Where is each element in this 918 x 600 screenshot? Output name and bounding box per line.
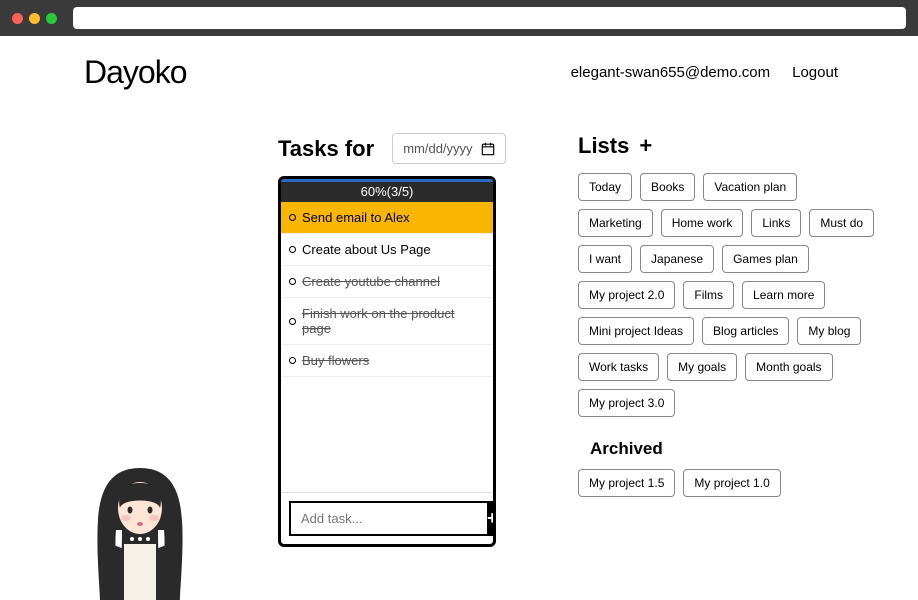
archived-title: Archived [590, 439, 878, 459]
list-pill[interactable]: Month goals [745, 353, 832, 381]
archived-list-pill[interactable]: My project 1.0 [683, 469, 780, 497]
list-pill[interactable]: Marketing [578, 209, 653, 237]
list-pill[interactable]: My project 3.0 [578, 389, 675, 417]
list-pill[interactable]: Films [683, 281, 734, 309]
task-text: Create youtube channel [302, 274, 440, 289]
lists-title: Lists [578, 133, 629, 159]
list-pill[interactable]: Learn more [742, 281, 825, 309]
list-pill[interactable]: Work tasks [578, 353, 659, 381]
list-pills: Today Books Vacation plan Marketing Home wor… [578, 173, 878, 417]
task-item[interactable]: Finish work on the product page [281, 298, 493, 345]
app-header: Dayoko elegant-swan655@demo.com Logout [0, 36, 918, 103]
list-pill[interactable]: I want [578, 245, 632, 273]
calendar-icon [481, 142, 495, 156]
task-bullet-icon[interactable] [289, 214, 296, 221]
list-pill[interactable]: Today [578, 173, 632, 201]
list-pill[interactable]: My goals [667, 353, 737, 381]
progress-text: 60%(3/5) [361, 184, 414, 199]
list-pill[interactable]: Vacation plan [703, 173, 797, 201]
list-pill[interactable]: Books [640, 173, 695, 201]
task-panel: 60%(3/5) Send email to Alex Create about … [278, 176, 496, 547]
add-task-button[interactable]: + [487, 501, 496, 536]
list-pill[interactable]: Mini project Ideas [578, 317, 694, 345]
add-task-row: + [281, 492, 493, 544]
list-pill[interactable]: Home work [661, 209, 744, 237]
progress-bar: 60%(3/5) [281, 179, 493, 202]
window-controls [12, 13, 57, 24]
task-list: Send email to Alex Create about Us Page Cr… [281, 202, 493, 492]
list-pill[interactable]: Blog articles [702, 317, 789, 345]
task-text: Finish work on the product page [302, 306, 485, 336]
add-task-input[interactable] [289, 501, 487, 536]
lists-column: Lists + Today Books Vacation plan Marketing… [578, 133, 878, 497]
minimize-window-icon[interactable] [29, 13, 40, 24]
list-pill[interactable]: Must do [809, 209, 874, 237]
task-text: Create about Us Page [302, 242, 431, 257]
date-picker[interactable]: mm/dd/yyyy [392, 133, 505, 164]
browser-chrome [0, 0, 918, 36]
archived-pills: My project 1.5 My project 1.0 [578, 469, 878, 497]
list-pill[interactable]: Games plan [722, 245, 809, 273]
add-list-button[interactable]: + [639, 133, 652, 159]
tasks-column: Tasks for mm/dd/yyyy 60%(3/5) Send email… [278, 133, 538, 547]
task-bullet-icon[interactable] [289, 357, 296, 364]
task-bullet-icon[interactable] [289, 318, 296, 325]
list-pill[interactable]: My blog [797, 317, 861, 345]
maximize-window-icon[interactable] [46, 13, 57, 24]
task-item[interactable]: Create about Us Page [281, 234, 493, 266]
url-bar[interactable] [73, 7, 906, 29]
task-item[interactable]: Send email to Alex [281, 202, 493, 234]
avatar-illustration [70, 450, 210, 600]
task-text: Send email to Alex [302, 210, 410, 225]
list-pill[interactable]: Links [751, 209, 801, 237]
list-pill[interactable]: My project 2.0 [578, 281, 675, 309]
task-bullet-icon[interactable] [289, 278, 296, 285]
date-placeholder: mm/dd/yyyy [403, 141, 472, 156]
tasks-title: Tasks for [278, 136, 374, 162]
task-item[interactable]: Buy flowers [281, 345, 493, 377]
task-text: Buy flowers [302, 353, 369, 368]
logout-link[interactable]: Logout [792, 64, 838, 81]
close-window-icon[interactable] [12, 13, 23, 24]
archived-list-pill[interactable]: My project 1.5 [578, 469, 675, 497]
app-logo: Dayoko [84, 54, 187, 91]
task-item[interactable]: Create youtube channel [281, 266, 493, 298]
list-pill[interactable]: Japanese [640, 245, 714, 273]
task-bullet-icon[interactable] [289, 246, 296, 253]
user-email[interactable]: elegant-swan655@demo.com [571, 64, 771, 81]
